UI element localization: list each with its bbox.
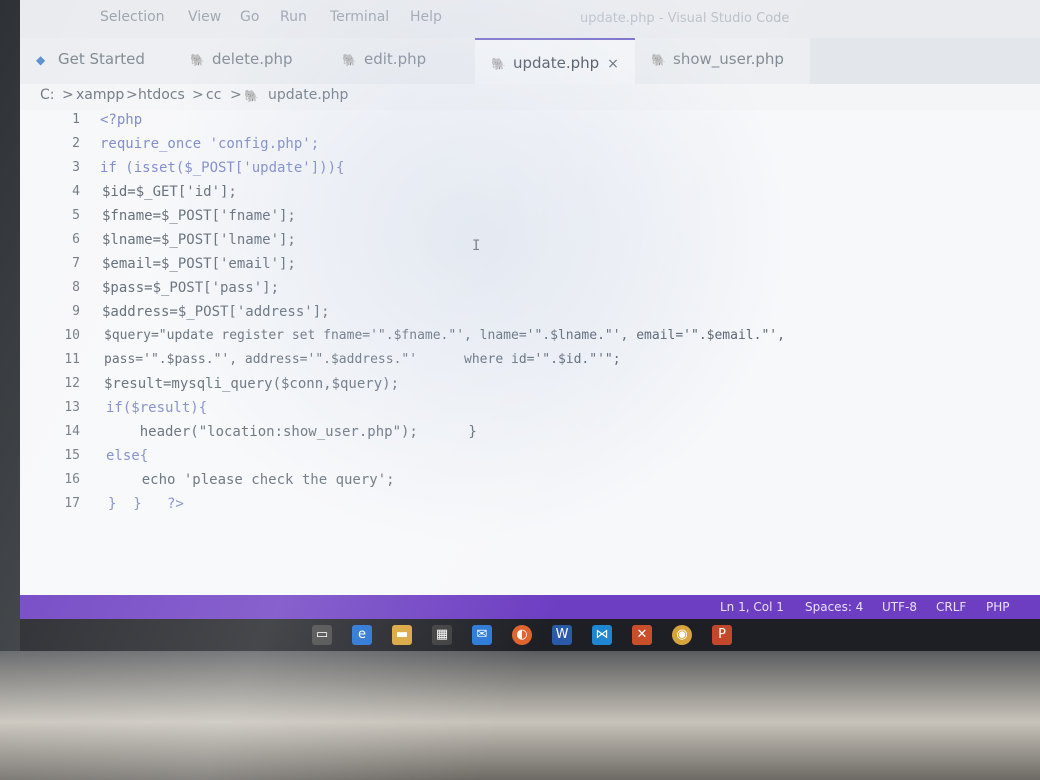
code-line: $id=$_GET['id']; [102,184,237,200]
tab-label: show_user.php [673,50,784,68]
line-number: 4 [72,184,80,199]
tab-label: delete.php [212,50,293,68]
line-number: 8 [72,280,80,295]
tab-edit-php[interactable]: 🐘 edit.php [320,38,475,84]
task-view-icon[interactable]: ▭ [312,625,332,645]
breadcrumb-drive[interactable]: C: [40,87,55,103]
taskbar: ▭ e ▬ ▦ ✉ ◐ W ⋈ ✕ ◉ P [20,619,1040,651]
mail-icon[interactable]: ✉ [472,625,492,645]
line-number: 5 [72,208,80,223]
menu-bar: Selection View Go Run Terminal Help upda… [20,0,1040,38]
store-icon[interactable]: ▦ [432,625,452,645]
menu-selection[interactable]: Selection [100,9,165,25]
tab-label: edit.php [364,50,427,68]
chevron-right-icon: > [62,87,74,103]
code-editor[interactable]: 1 2 3 4 5 6 7 8 9 10 11 12 13 14 15 16 1… [20,110,1040,595]
php-file-icon: 🐘 [244,89,259,103]
status-bar: Ln 1, Col 1 Spaces: 4 UTF-8 CRLF PHP [20,595,1040,619]
code-line: header("location:show_user.php"); } [106,424,477,440]
line-number: 7 [72,256,80,271]
line-number: 13 [64,400,80,415]
cursor-position[interactable]: Ln 1, Col 1 [720,600,784,614]
code-line: <?php [100,112,143,128]
code-line: $address=$_POST['address']; [102,304,330,320]
xampp-icon[interactable]: ✕ [632,625,652,645]
code-line: $lname=$_POST['lname']; [102,232,296,248]
line-number: 1 [72,112,80,127]
breadcrumb: C: > xampp > htdocs > cc > 🐘 update.php [20,84,1040,110]
menu-run[interactable]: Run [280,9,307,25]
window-title: update.php - Visual Studio Code [580,11,790,26]
menu-terminal[interactable]: Terminal [330,9,389,25]
line-number: 15 [64,448,80,463]
file-explorer-icon[interactable]: ▬ [392,625,412,645]
vscode-icon[interactable]: ⋈ [592,625,612,645]
tab-show-user-php[interactable]: 🐘 show_user.php [635,38,810,84]
chrome-icon[interactable]: ◉ [672,625,692,645]
code-line: } } ?> [108,496,184,512]
code-line: require_once 'config.php'; [100,136,320,152]
word-icon[interactable]: W [552,625,572,645]
code-line: $query="update register set fname='".$fn… [104,328,785,343]
menu-view[interactable]: View [188,9,221,25]
tab-label: Get Started [58,50,145,68]
tab-get-started[interactable]: ◆ Get Started [20,38,170,84]
code-line: echo 'please check the query'; [108,472,395,488]
breadcrumb-cc[interactable]: cc [206,87,221,103]
line-number: 10 [64,328,80,343]
line-number-gutter: 1 2 3 4 5 6 7 8 9 10 11 12 13 14 15 16 1… [20,110,88,595]
tab-update-php[interactable]: 🐘 update.php × [475,38,635,84]
menu-go[interactable]: Go [240,9,259,25]
tab-label: update.php [513,54,600,72]
code-line: if($result){ [106,400,208,416]
firefox-icon[interactable]: ◐ [512,625,532,645]
code-line: pass='".$pass."', address='".$address."'… [104,352,621,367]
screen-left-edge [0,0,20,651]
line-number: 2 [72,136,80,151]
photo-frame: Selection View Go Run Terminal Help upda… [0,0,1040,780]
encoding[interactable]: UTF-8 [882,600,917,614]
code-line: $fname=$_POST['fname']; [102,208,296,224]
php-file-icon: 🐘 [491,57,506,71]
chevron-right-icon: > [126,87,138,103]
laptop-bezel [0,651,1040,780]
php-file-icon: 🐘 [651,53,666,67]
code-line: $result=mysqli_query($conn,$query); [104,376,400,392]
breadcrumb-htdocs[interactable]: htdocs [138,87,185,103]
code-line: if (isset($_POST['update'])){ [100,160,345,176]
line-ending[interactable]: CRLF [936,600,966,614]
chevron-right-icon: > [230,87,242,103]
breadcrumb-xampp[interactable]: xampp [76,87,124,103]
line-number: 16 [64,472,80,487]
line-number: 11 [64,352,80,367]
menu-help[interactable]: Help [410,9,442,25]
breadcrumb-file[interactable]: update.php [268,87,348,103]
line-number: 12 [64,376,80,391]
vscode-logo-icon: ◆ [36,53,46,67]
code-line: $email=$_POST['email']; [102,256,296,272]
chevron-right-icon: > [192,87,204,103]
indentation[interactable]: Spaces: 4 [805,600,863,614]
line-number: 9 [72,304,80,319]
line-number: 17 [64,496,80,511]
code-line: $pass=$_POST['pass']; [102,280,280,296]
php-file-icon: 🐘 [342,53,357,67]
tab-bar: ◆ Get Started 🐘 delete.php 🐘 edit.php 🐘 upda… [20,38,1040,84]
close-icon[interactable]: × [607,56,619,72]
powerpoint-icon[interactable]: P [712,625,732,645]
edge-icon[interactable]: e [352,625,372,645]
line-number: 14 [64,424,80,439]
line-number: 3 [72,160,80,175]
language-mode[interactable]: PHP [986,600,1010,614]
tab-delete-php[interactable]: 🐘 delete.php [170,38,320,84]
php-file-icon: 🐘 [190,53,205,67]
text-cursor-icon: I [472,238,481,254]
line-number: 6 [72,232,80,247]
code-line: else{ [106,448,149,464]
